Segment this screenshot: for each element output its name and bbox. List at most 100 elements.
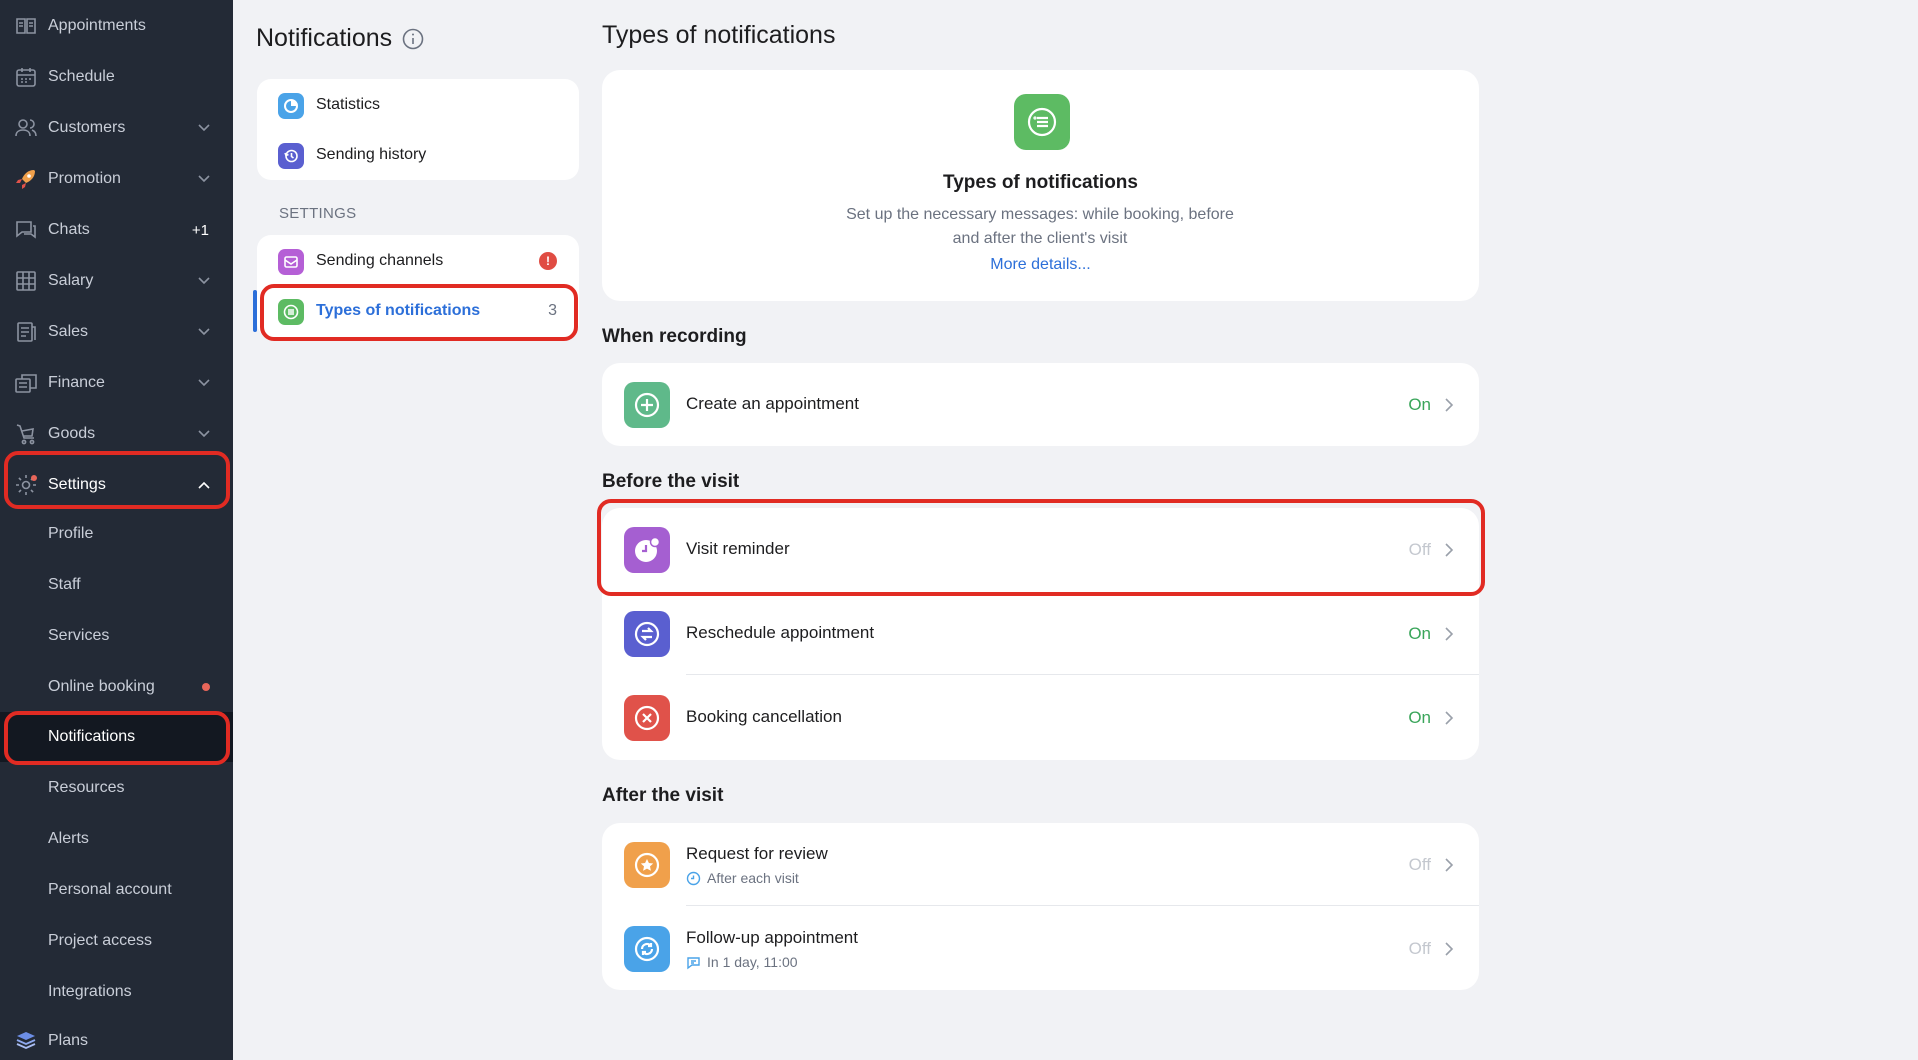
chevron-down-icon bbox=[198, 379, 210, 387]
sidebar-subitem-personal-account[interactable]: Personal account bbox=[0, 865, 233, 915]
menu-item-label: Types of notifications bbox=[316, 302, 481, 319]
sidebar-item-label: Sales bbox=[48, 323, 89, 340]
menu-item-sending-channels[interactable]: Sending channels ! bbox=[257, 236, 579, 286]
chevron-down-icon bbox=[198, 430, 210, 438]
sidebar-subitem-label: Project access bbox=[48, 932, 153, 949]
message-icon bbox=[687, 956, 700, 969]
notification-status: Off bbox=[1408, 939, 1431, 958]
sidebar-subitem-staff[interactable]: Staff bbox=[0, 560, 233, 610]
layers-icon bbox=[16, 1032, 36, 1049]
sidebar-subitem-label: Alerts bbox=[48, 830, 89, 847]
row-divider bbox=[686, 674, 1479, 675]
notification-label: Follow-up appointment bbox=[686, 928, 858, 947]
menu-item-label: Sending history bbox=[316, 146, 427, 163]
notification-subtitle-text: After each visit bbox=[707, 870, 799, 886]
notification-row-follow-up[interactable]: Follow-up appointment In 1 day, 11:00 Of… bbox=[602, 907, 1479, 990]
more-details-link[interactable]: More details... bbox=[602, 256, 1479, 274]
sidebar-item-label: Finance bbox=[48, 374, 105, 391]
sidebar-subitem-resources[interactable]: Resources bbox=[0, 763, 233, 813]
list-icon bbox=[278, 299, 304, 325]
refresh-icon bbox=[624, 926, 670, 972]
info-icon[interactable] bbox=[402, 28, 424, 50]
menu-item-label: Sending channels bbox=[316, 252, 444, 269]
secondary-title-text: Notifications bbox=[256, 24, 393, 52]
group-card-when-recording: Create an appointment On bbox=[602, 363, 1479, 446]
sidebar-item-label: Goods bbox=[48, 425, 96, 442]
chevron-right-icon bbox=[1445, 942, 1454, 956]
menu-item-statistics[interactable]: Statistics bbox=[257, 80, 579, 130]
sidebar-item-label: Chats bbox=[48, 221, 90, 238]
sidebar-subitem-profile[interactable]: Profile bbox=[0, 509, 233, 559]
notification-row-request-review[interactable]: Request for review After each visit Off bbox=[602, 823, 1479, 906]
sidebar-item-chats[interactable]: Chats +1 bbox=[0, 205, 233, 255]
calendar-icon bbox=[16, 68, 36, 87]
sidebar-item-label: Schedule bbox=[48, 68, 115, 85]
notification-subtitle: After each visit bbox=[686, 870, 799, 886]
salary-icon bbox=[16, 271, 36, 291]
sidebar-item-customers[interactable]: Customers bbox=[0, 103, 233, 153]
statistics-icon bbox=[278, 93, 304, 119]
notification-row-booking-cancellation[interactable]: Booking cancellation On bbox=[602, 676, 1479, 759]
sidebar-subitem-alerts[interactable]: Alerts bbox=[0, 814, 233, 864]
notification-status: On bbox=[1408, 395, 1431, 414]
chevron-right-icon bbox=[1445, 543, 1454, 557]
notification-label: Create an appointment bbox=[686, 394, 859, 413]
sidebar-item-label: Salary bbox=[48, 272, 94, 289]
notification-status: Off bbox=[1408, 855, 1431, 874]
notification-subtitle: In 1 day, 11:00 bbox=[686, 954, 798, 970]
notification-status: On bbox=[1408, 624, 1431, 643]
notification-label: Booking cancellation bbox=[686, 707, 842, 726]
chevron-right-icon bbox=[1445, 398, 1454, 412]
sidebar-item-settings[interactable]: Settings bbox=[0, 460, 233, 510]
notification-label: Request for review bbox=[686, 844, 828, 863]
clock-icon bbox=[624, 527, 670, 573]
sidebar-subitem-integrations[interactable]: Integrations bbox=[0, 967, 233, 1017]
notification-dot bbox=[202, 683, 210, 691]
sidebar-item-label: Settings bbox=[48, 476, 106, 493]
sidebar: Appointments Schedule Customers Promotio… bbox=[0, 0, 233, 1060]
sidebar-item-plans[interactable]: Plans bbox=[0, 1016, 233, 1060]
sidebar-item-sales[interactable]: Sales bbox=[0, 307, 233, 357]
rocket-icon bbox=[16, 170, 35, 189]
chevron-right-icon bbox=[1445, 711, 1454, 725]
sales-icon bbox=[17, 322, 36, 342]
history-icon bbox=[278, 143, 304, 169]
notification-row-reschedule[interactable]: Reschedule appointment On bbox=[602, 592, 1479, 675]
sidebar-item-schedule[interactable]: Schedule bbox=[0, 52, 233, 102]
sidebar-item-goods[interactable]: Goods bbox=[0, 409, 233, 459]
menu-item-types-of-notifications[interactable]: Types of notifications 3 bbox=[253, 286, 579, 336]
sidebar-item-promotion[interactable]: Promotion bbox=[0, 154, 233, 204]
group-title-before-visit: Before the visit bbox=[602, 471, 740, 492]
sidebar-subitem-services[interactable]: Services bbox=[0, 611, 233, 661]
notification-row-create-appointment[interactable]: Create an appointment On bbox=[602, 363, 1479, 446]
cancel-icon bbox=[624, 695, 670, 741]
sidebar-item-label: Promotion bbox=[48, 170, 121, 187]
sidebar-item-salary[interactable]: Salary bbox=[0, 256, 233, 306]
clock-icon bbox=[686, 871, 701, 885]
sidebar-subitem-online-booking[interactable]: Online booking bbox=[0, 662, 233, 712]
reschedule-icon bbox=[624, 611, 670, 657]
sidebar-item-finance[interactable]: Finance bbox=[0, 358, 233, 408]
notification-row-visit-reminder[interactable]: Visit reminder Off bbox=[602, 508, 1479, 591]
sidebar-subitem-label: Personal account bbox=[48, 881, 172, 898]
star-icon bbox=[624, 842, 670, 888]
sidebar-subitem-label: Staff bbox=[48, 576, 81, 593]
chats-unread-badge: +1 bbox=[191, 221, 209, 239]
sidebar-subitem-notifications[interactable]: Notifications bbox=[0, 712, 233, 762]
menu-item-count: 3 bbox=[548, 302, 557, 319]
menu-item-sending-history[interactable]: Sending history bbox=[257, 130, 579, 180]
notification-label: Reschedule appointment bbox=[686, 623, 875, 642]
customers-icon bbox=[15, 119, 37, 137]
sidebar-subitem-project-access[interactable]: Project access bbox=[0, 916, 233, 966]
sidebar-item-appointments[interactable]: Appointments bbox=[0, 1, 233, 51]
chevron-right-icon bbox=[1445, 858, 1454, 872]
sidebar-subitem-label: Profile bbox=[48, 525, 94, 542]
intro-card: Types of notifications Set up the necess… bbox=[602, 70, 1479, 301]
sidebar-subitem-label: Online booking bbox=[48, 678, 155, 695]
chevron-down-icon bbox=[198, 124, 210, 132]
sidebar-subitem-label: Integrations bbox=[48, 983, 132, 1000]
envelope-icon bbox=[278, 249, 304, 275]
sidebar-subitem-label: Resources bbox=[48, 779, 125, 796]
secondary-title: Notifications bbox=[256, 24, 424, 53]
group-card-before-visit: Visit reminder Off Reschedule appointmen… bbox=[602, 508, 1479, 760]
